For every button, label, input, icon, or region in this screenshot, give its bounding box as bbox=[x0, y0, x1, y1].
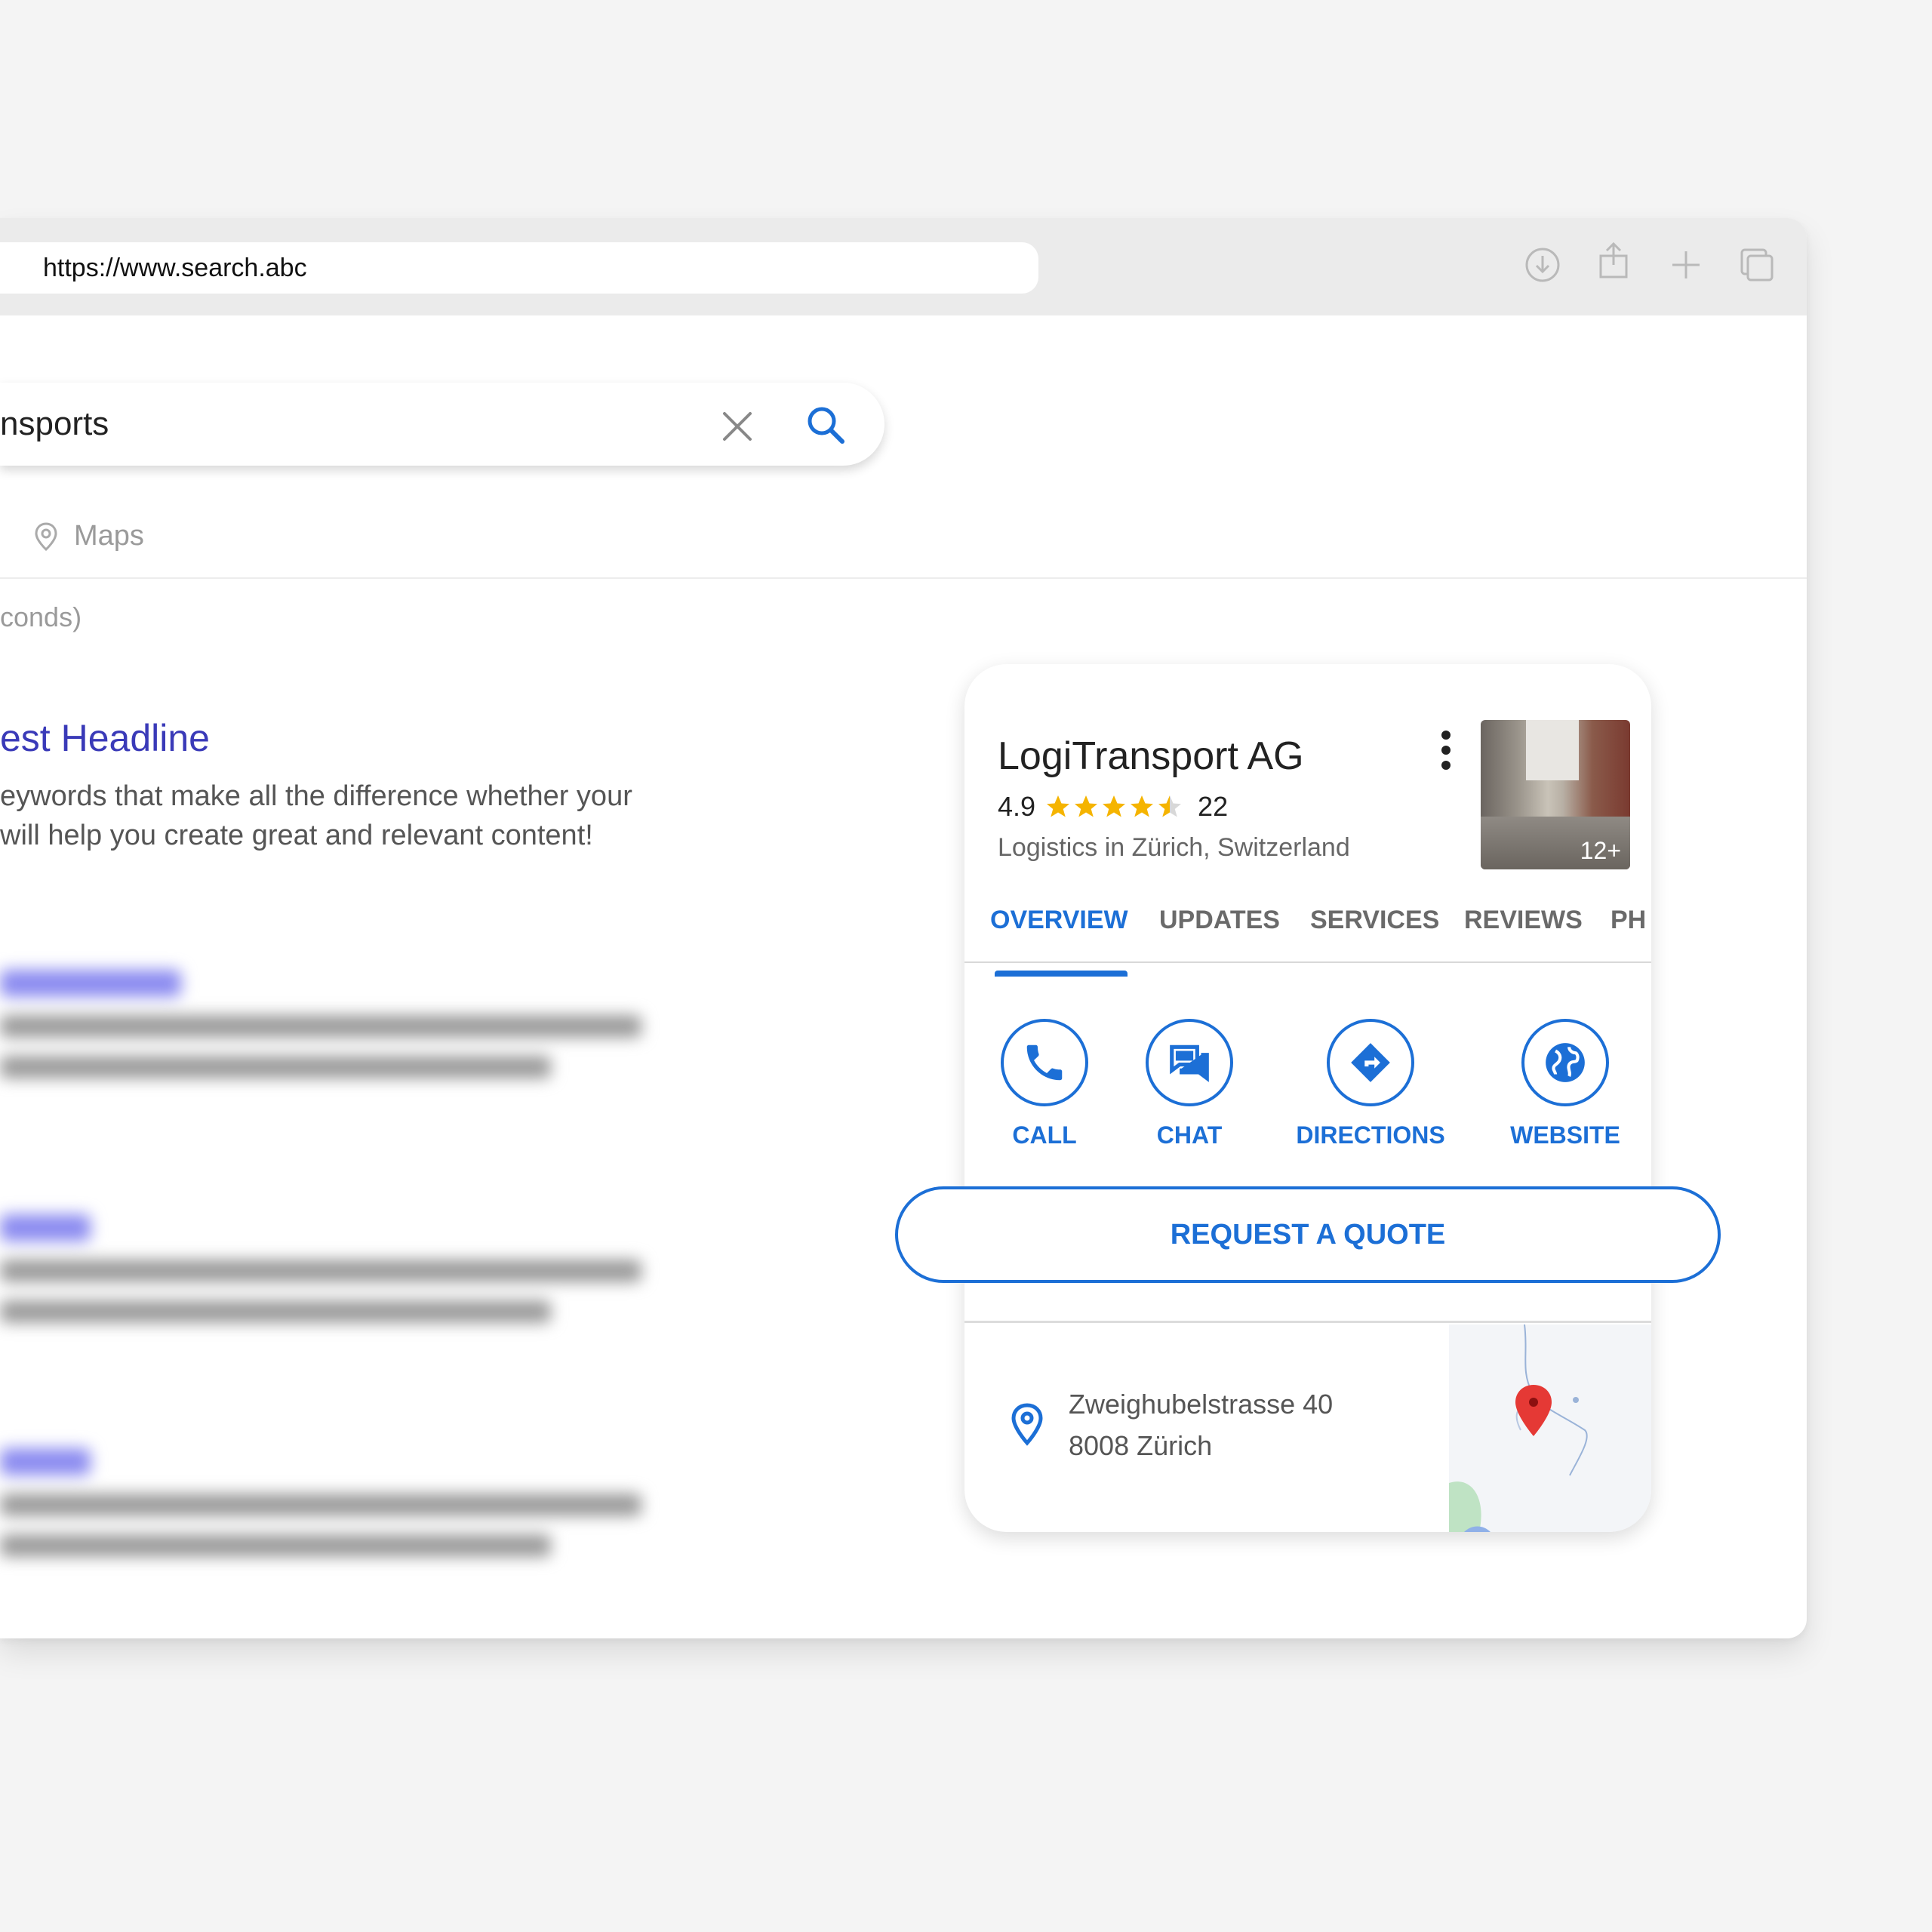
website-button[interactable]: WEBSITE bbox=[1490, 1019, 1641, 1149]
directions-label: DIRECTIONS bbox=[1296, 1121, 1445, 1149]
new-tab-icon[interactable] bbox=[1666, 245, 1706, 285]
chat-button[interactable]: CHAT bbox=[1114, 1019, 1265, 1149]
address-street[interactable]: Zweighubelstrasse 40 bbox=[1069, 1389, 1333, 1420]
review-count[interactable]: 22 bbox=[1198, 791, 1228, 823]
nav-maps-label: Maps bbox=[74, 520, 144, 552]
blurred-result bbox=[0, 970, 641, 1078]
request-quote-button[interactable]: REQUEST A QUOTE bbox=[895, 1186, 1721, 1283]
tab-photos[interactable]: PH bbox=[1611, 906, 1646, 935]
active-tab-indicator bbox=[995, 971, 1128, 977]
address-bar[interactable]: https://www.search.abc bbox=[0, 242, 1038, 294]
address-divider bbox=[964, 1321, 1651, 1323]
business-photo[interactable]: 12+ bbox=[1481, 720, 1630, 869]
phone-icon bbox=[1026, 1044, 1063, 1081]
star-rating bbox=[1044, 793, 1184, 820]
more-vert-icon[interactable] bbox=[1438, 728, 1454, 773]
result-title-link[interactable]: est Headline bbox=[0, 716, 210, 760]
chat-icon bbox=[1170, 1044, 1209, 1082]
star-half-icon bbox=[1158, 795, 1182, 817]
directions-icon bbox=[1351, 1043, 1390, 1082]
snippet-line: eywords that make all the difference whe… bbox=[0, 780, 632, 812]
download-icon[interactable] bbox=[1523, 245, 1562, 285]
chat-label: CHAT bbox=[1156, 1121, 1223, 1149]
close-icon[interactable] bbox=[718, 408, 756, 445]
rating-row: 4.9 22 bbox=[998, 791, 1228, 823]
call-button[interactable]: CALL bbox=[969, 1019, 1120, 1149]
star-icon bbox=[1103, 795, 1126, 817]
address-city[interactable]: 8008 Zürich bbox=[1069, 1430, 1212, 1462]
location-pin-icon bbox=[1011, 1403, 1043, 1446]
business-name[interactable]: LogiTransport AG bbox=[998, 734, 1304, 779]
nav-divider bbox=[0, 577, 1807, 579]
tab-services[interactable]: SERVICES bbox=[1310, 906, 1439, 935]
tab-updates[interactable]: UPDATES bbox=[1159, 906, 1280, 935]
result-stats: conds) bbox=[0, 601, 82, 632]
search-input[interactable]: nsports bbox=[0, 383, 109, 466]
share-icon[interactable] bbox=[1594, 241, 1633, 280]
tab-reviews[interactable]: REVIEWS bbox=[1464, 906, 1583, 935]
photo-count: 12+ bbox=[1580, 837, 1621, 864]
business-category: Logistics in Zürich, Switzerland bbox=[998, 833, 1350, 862]
nav-tab-maps[interactable]: Maps bbox=[33, 520, 144, 552]
blurred-result bbox=[0, 1214, 641, 1323]
map-pin-icon bbox=[1515, 1385, 1552, 1436]
website-label: WEBSITE bbox=[1510, 1121, 1620, 1149]
rating-value: 4.9 bbox=[998, 791, 1036, 822]
business-card: LogiTransport AG 4.9 22 Logistics in Zür… bbox=[964, 664, 1651, 1532]
star-icon bbox=[1131, 795, 1154, 817]
globe-icon bbox=[1546, 1043, 1585, 1082]
call-label: CALL bbox=[1012, 1121, 1077, 1149]
snippet-line: will help you create great and relevant … bbox=[0, 820, 593, 851]
result-snippet: eywords that make all the difference whe… bbox=[0, 777, 632, 855]
star-icon bbox=[1047, 795, 1070, 817]
tab-overview[interactable]: OVERVIEW bbox=[990, 906, 1128, 935]
search-box[interactable]: nsports bbox=[0, 383, 884, 466]
url-text: https://www.search.abc bbox=[43, 253, 307, 282]
map-pin-outline-icon bbox=[35, 521, 57, 551]
directions-button[interactable]: DIRECTIONS bbox=[1295, 1019, 1446, 1149]
tabs-icon[interactable] bbox=[1737, 245, 1777, 285]
blurred-result bbox=[0, 1448, 641, 1557]
business-tabs: OVERVIEW UPDATES SERVICES REVIEWS PH bbox=[964, 891, 1651, 963]
map-thumbnail[interactable] bbox=[1449, 1324, 1651, 1532]
request-quote-label: REQUEST A QUOTE bbox=[1170, 1218, 1446, 1251]
search-icon[interactable] bbox=[804, 404, 847, 446]
star-icon bbox=[1075, 795, 1098, 817]
